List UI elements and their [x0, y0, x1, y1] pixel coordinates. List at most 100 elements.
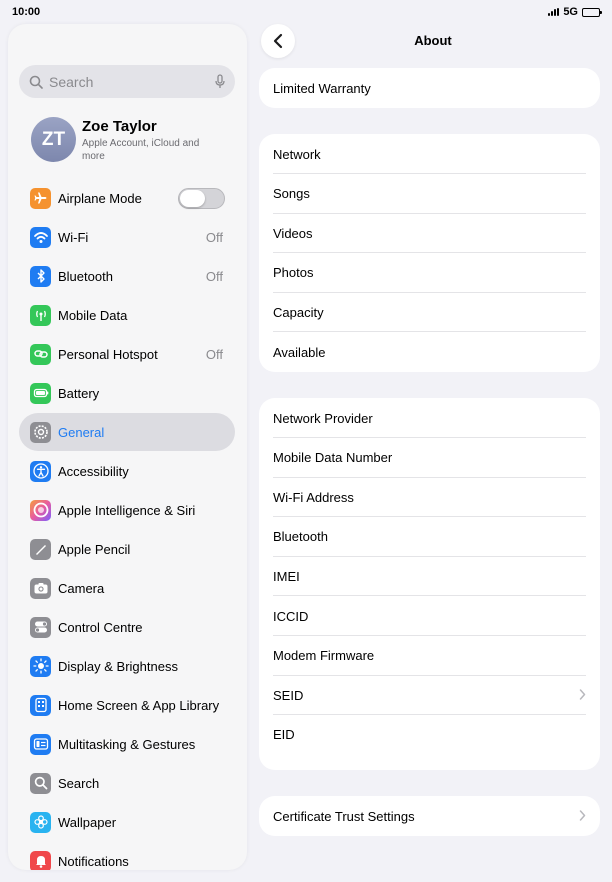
sidebar-item-label: Airplane Mode	[58, 190, 142, 206]
sidebar-item-accessibility[interactable]: Accessibility	[19, 452, 235, 490]
sidebar-item-control-centre[interactable]: Control Centre	[19, 608, 235, 646]
toggles-icon	[30, 616, 51, 638]
sidebar-item-airplane-mode[interactable]: Airplane Mode	[19, 179, 235, 217]
signal-icon	[548, 8, 560, 16]
row-label: Limited Warranty	[273, 80, 371, 96]
about-row-seid[interactable]: SEID	[273, 675, 586, 716]
about-row-eid[interactable]: EID	[273, 715, 586, 755]
row-label: Certificate Trust Settings	[273, 808, 415, 824]
row-label: Modem Firmware	[273, 648, 375, 664]
about-row-limited-warranty[interactable]: Limited Warranty	[273, 68, 586, 108]
about-row-songs[interactable]: Songs	[273, 174, 586, 214]
sidebar-item-label: Accessibility	[58, 463, 129, 479]
about-row-network-provider[interactable]: Network Provider	[273, 398, 586, 438]
sidebar-item-notifications[interactable]: Notifications	[19, 842, 235, 870]
accessibility-icon	[30, 460, 51, 482]
row-label: ICCID	[273, 608, 309, 624]
page-title: About	[414, 33, 452, 48]
sidebar-item-bluetooth[interactable]: Bluetooth Off	[19, 257, 235, 295]
about-row-photos[interactable]: Photos	[273, 253, 586, 293]
settings-group: Network Songs Videos Photos Capacity Availabl…	[259, 134, 600, 372]
network-type: 5G	[563, 6, 578, 18]
sidebar-item-value: Off	[205, 268, 223, 284]
sidebar-item-label: Apple Intelligence & Siri	[58, 502, 196, 518]
search-placeholder: Search	[49, 73, 94, 90]
sidebar-item-label: Wi-Fi	[58, 229, 89, 245]
status-time: 10:00	[12, 6, 41, 18]
search-field[interactable]: Search	[19, 65, 235, 98]
settings-group: Limited Warranty	[259, 68, 600, 108]
row-label: Capacity	[273, 304, 324, 320]
sidebar-item-mobile-data[interactable]: Mobile Data	[19, 296, 235, 334]
sidebar-item-label: Mobile Data	[58, 307, 128, 323]
row-label: Mobile Data Number	[273, 450, 393, 466]
bell-icon	[30, 850, 51, 870]
about-row-capacity[interactable]: Capacity	[273, 292, 586, 333]
sidebar-item-label: Apple Pencil	[58, 541, 131, 557]
account-profile[interactable]: ZT Zoe Taylor Apple Account, iCloud and …	[31, 117, 231, 167]
battery-icon	[30, 382, 51, 404]
sidebar-item-display-brightness[interactable]: Display & Brightness	[19, 647, 235, 685]
about-row-videos[interactable]: Videos	[273, 213, 586, 254]
search-icon	[29, 75, 43, 89]
search-icon	[30, 772, 51, 794]
sidebar-item-camera[interactable]: Camera	[19, 569, 235, 607]
sidebar-item-apple-intelligence-siri[interactable]: Apple Intelligence & Siri	[19, 491, 235, 529]
camera-icon	[30, 577, 51, 599]
row-label: SEID	[273, 687, 304, 703]
about-row-available[interactable]: Available	[273, 332, 586, 372]
hotspot-icon	[30, 343, 51, 365]
about-row-certificate-trust-settings[interactable]: Certificate Trust Settings	[273, 796, 586, 836]
sidebar-item-value: Off	[205, 346, 223, 362]
sidebar-item-apple-pencil[interactable]: Apple Pencil	[19, 530, 235, 568]
airplane-mode-toggle[interactable]	[178, 187, 225, 209]
back-button[interactable]	[261, 24, 295, 58]
sidebar-item-multitasking-gestures[interactable]: Multitasking & Gestures	[19, 725, 235, 763]
about-row-modem-firmware[interactable]: Modem Firmware	[273, 636, 586, 676]
settings-group: Certificate Trust Settings	[259, 796, 600, 836]
about-row-wi-fi-address[interactable]: Wi-Fi Address	[273, 477, 586, 518]
row-label: Videos	[273, 225, 313, 241]
about-row-imei[interactable]: IMEI	[273, 556, 586, 597]
avatar: ZT	[31, 117, 76, 162]
about-row-iccid[interactable]: ICCID	[273, 596, 586, 636]
siri-icon	[30, 499, 51, 521]
sidebar-item-home-screen-app-library[interactable]: Home Screen & App Library	[19, 686, 235, 724]
sidebar-item-personal-hotspot[interactable]: Personal Hotspot Off	[19, 335, 235, 373]
sidebar-item-label: Camera	[58, 580, 105, 596]
sidebar: Search ZT Zoe Taylor Apple Account, iClo…	[8, 24, 247, 870]
sidebar-item-search[interactable]: Search	[19, 764, 235, 802]
sidebar-item-battery[interactable]: Battery	[19, 374, 235, 412]
sidebar-item-label: Notifications	[58, 853, 129, 869]
sidebar-item-label: Display & Brightness	[58, 658, 178, 674]
sidebar-item-wi-fi[interactable]: Wi-Fi Off	[19, 218, 235, 256]
sidebar-item-label: Battery	[58, 385, 100, 401]
sidebar-item-general[interactable]: General	[19, 413, 235, 451]
chevron-right-icon	[579, 808, 586, 824]
about-row-mobile-data-number[interactable]: Mobile Data Number	[273, 438, 586, 478]
chevron-right-icon	[579, 687, 586, 703]
sidebar-item-label: Search	[58, 775, 100, 791]
sidebar-item-label: Multitasking & Gestures	[58, 736, 196, 752]
battery-status-icon	[582, 7, 602, 17]
sidebar-item-label: Home Screen & App Library	[58, 697, 220, 713]
bluetooth-icon	[30, 265, 51, 287]
settings-group: Network Provider Mobile Data Number Wi-Fi …	[259, 398, 600, 771]
profile-subtitle: Apple Account, iCloud and more	[82, 138, 200, 162]
microphone-icon[interactable]	[215, 74, 225, 89]
row-label: Network	[273, 146, 321, 162]
sidebar-item-label: Personal Hotspot	[58, 346, 158, 362]
row-label: Songs	[273, 186, 310, 202]
sidebar-item-label: General	[58, 424, 105, 440]
about-row-network[interactable]: Network	[273, 134, 586, 174]
sidebar-item-value: Off	[205, 229, 223, 245]
sun-icon	[30, 655, 51, 677]
row-label: Bluetooth	[273, 529, 328, 545]
status-indicators: 5G	[548, 6, 602, 18]
pencil-icon	[30, 538, 51, 560]
chevron-left-icon	[273, 33, 283, 49]
sidebar-item-wallpaper[interactable]: Wallpaper	[19, 803, 235, 841]
about-row-bluetooth[interactable]: Bluetooth	[273, 517, 586, 557]
toggle-knob	[180, 189, 205, 207]
row-label: IMEI	[273, 568, 300, 584]
